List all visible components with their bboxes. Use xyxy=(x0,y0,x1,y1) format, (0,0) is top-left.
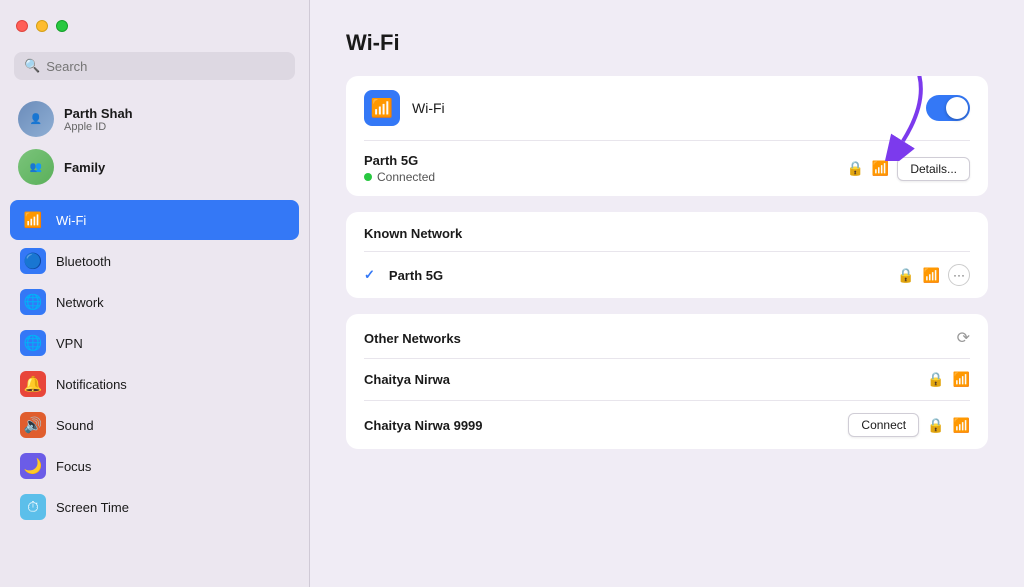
lock-icon: 🔒 xyxy=(846,160,863,177)
other-network-1-info: Chaitya Nirwa xyxy=(364,372,917,387)
known-network-header: Known Network xyxy=(346,212,988,251)
other-lock-icon-2: 🔒 xyxy=(927,417,944,434)
bluetooth-label: Bluetooth xyxy=(56,254,111,269)
other-signal-icon-1: 📶 xyxy=(953,371,970,388)
other-lock-icon-1: 🔒 xyxy=(927,371,944,388)
check-mark: ✓ xyxy=(364,267,375,283)
search-icon: 🔍 xyxy=(24,58,40,74)
sidebar-item-network[interactable]: 🌐 Network xyxy=(10,282,299,322)
user-profile-item[interactable]: 👤 Parth Shah Apple ID xyxy=(10,96,299,142)
other-networks-card: Other Networks ⟳ Chaitya Nirwa 🔒 📶 Chait… xyxy=(346,314,988,449)
search-input[interactable] xyxy=(46,59,285,74)
other-network-2-icons: Connect 🔒 📶 xyxy=(848,413,970,437)
sidebar-item-notifications[interactable]: 🔔 Notifications xyxy=(10,364,299,404)
page-title: Wi-Fi xyxy=(346,30,988,56)
signal-icon: 📶 xyxy=(872,160,889,177)
known-network-card: Known Network ✓ Parth 5G 🔒 📶 ··· xyxy=(346,212,988,298)
vpn-icon: 🌐 xyxy=(20,330,46,356)
known-signal-icon: 📶 xyxy=(923,267,940,284)
wifi-label: Wi-Fi xyxy=(56,213,86,228)
user-info: Parth Shah Apple ID xyxy=(64,106,133,133)
sound-label: Sound xyxy=(56,418,94,433)
wifi-toggle-label: Wi-Fi xyxy=(412,100,914,116)
known-network-info: Parth 5G xyxy=(389,268,887,283)
known-lock-icon: 🔒 xyxy=(897,267,914,284)
known-network-row: ✓ Parth 5G 🔒 📶 ··· xyxy=(346,252,988,298)
family-avatar: 👥 xyxy=(18,149,54,185)
network-status: Connected xyxy=(364,170,836,184)
notifications-label: Notifications xyxy=(56,377,127,392)
close-button[interactable] xyxy=(16,20,28,32)
other-network-1-name: Chaitya Nirwa xyxy=(364,372,917,387)
sidebar-nav: 📶 Wi-Fi 🔵 Bluetooth 🌐 Network 🌐 VPN 🔔 No… xyxy=(0,200,309,527)
user-name: Parth Shah xyxy=(64,106,133,121)
titlebar xyxy=(0,0,309,52)
known-network-icons: 🔒 📶 ··· xyxy=(897,264,970,286)
sidebar-item-wifi[interactable]: 📶 Wi-Fi xyxy=(10,200,299,240)
minimize-button[interactable] xyxy=(36,20,48,32)
other-signal-icon-2: 📶 xyxy=(953,417,970,434)
family-item[interactable]: 👥 Family xyxy=(10,144,299,190)
other-network-1-icons: 🔒 📶 xyxy=(927,371,970,388)
wifi-icon: 📶 xyxy=(20,207,46,233)
connected-network-name: Parth 5G xyxy=(364,153,836,168)
family-label: Family xyxy=(64,160,105,175)
screentime-icon: ⏱ xyxy=(20,494,46,520)
connected-status-label: Connected xyxy=(377,170,435,184)
other-network-row-1: Chaitya Nirwa 🔒 📶 xyxy=(346,359,988,400)
wifi-toggle-row: 📶 Wi-Fi xyxy=(346,76,988,140)
sidebar: 🔍 👤 Parth Shah Apple ID 👥 Family � xyxy=(0,0,310,587)
network-icons: 🔒 📶 Details... xyxy=(846,157,970,181)
bluetooth-icon: 🔵 xyxy=(20,248,46,274)
sidebar-item-bluetooth[interactable]: 🔵 Bluetooth xyxy=(10,241,299,281)
other-network-2-info: Chaitya Nirwa 9999 xyxy=(364,418,838,433)
connected-network-row: Parth 5G Connected 🔒 📶 Details... xyxy=(346,141,988,196)
user-section: 👤 Parth Shah Apple ID 👥 Family xyxy=(0,92,309,194)
wifi-toggle[interactable] xyxy=(926,95,970,121)
sidebar-scroll[interactable]: 👤 Parth Shah Apple ID 👥 Family 📶 Wi-Fi 🔵 xyxy=(0,92,309,587)
more-options-button[interactable]: ··· xyxy=(948,264,970,286)
focus-label: Focus xyxy=(56,459,91,474)
main-content: Wi-Fi 📶 Wi-Fi Parth 5G Connected 🔒 📶 Det… xyxy=(310,0,1024,587)
search-bar[interactable]: 🔍 xyxy=(14,52,295,80)
user-subtitle: Apple ID xyxy=(64,121,133,133)
connect-button[interactable]: Connect xyxy=(848,413,919,437)
status-dot xyxy=(364,173,372,181)
maximize-button[interactable] xyxy=(56,20,68,32)
sidebar-item-sound[interactable]: 🔊 Sound xyxy=(10,405,299,445)
sidebar-item-focus[interactable]: 🌙 Focus xyxy=(10,446,299,486)
sidebar-item-vpn[interactable]: 🌐 VPN xyxy=(10,323,299,363)
network-label: Network xyxy=(56,295,104,310)
known-network-name: Parth 5G xyxy=(389,268,887,283)
avatar: 👤 xyxy=(18,101,54,137)
other-network-2-name: Chaitya Nirwa 9999 xyxy=(364,418,838,433)
sound-icon: 🔊 xyxy=(20,412,46,438)
focus-icon: 🌙 xyxy=(20,453,46,479)
sidebar-item-screentime[interactable]: ⏱ Screen Time xyxy=(10,487,299,527)
wifi-toggle-card: 📶 Wi-Fi Parth 5G Connected 🔒 📶 Details..… xyxy=(346,76,988,196)
vpn-label: VPN xyxy=(56,336,83,351)
connected-network-info: Parth 5G Connected xyxy=(364,153,836,184)
family-info: Family xyxy=(64,160,105,175)
network-icon: 🌐 xyxy=(20,289,46,315)
loading-spinner: ⟳ xyxy=(957,328,970,348)
other-network-row-2: Chaitya Nirwa 9999 Connect 🔒 📶 xyxy=(346,401,988,449)
wifi-toggle-icon: 📶 xyxy=(364,90,400,126)
other-networks-header: Other Networks xyxy=(364,331,461,346)
screentime-label: Screen Time xyxy=(56,500,129,515)
details-button[interactable]: Details... xyxy=(897,157,970,181)
notifications-icon: 🔔 xyxy=(20,371,46,397)
